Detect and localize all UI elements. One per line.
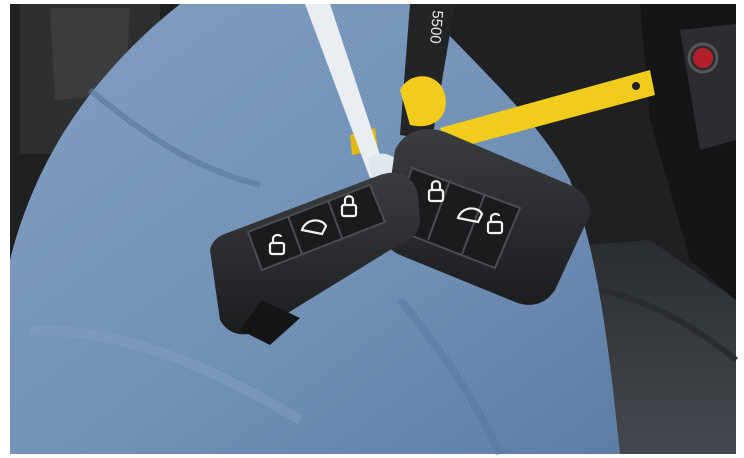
tag-strip-text: 5500 (426, 10, 446, 45)
red-button-icon (693, 48, 713, 68)
photo: 5500 (0, 0, 744, 458)
